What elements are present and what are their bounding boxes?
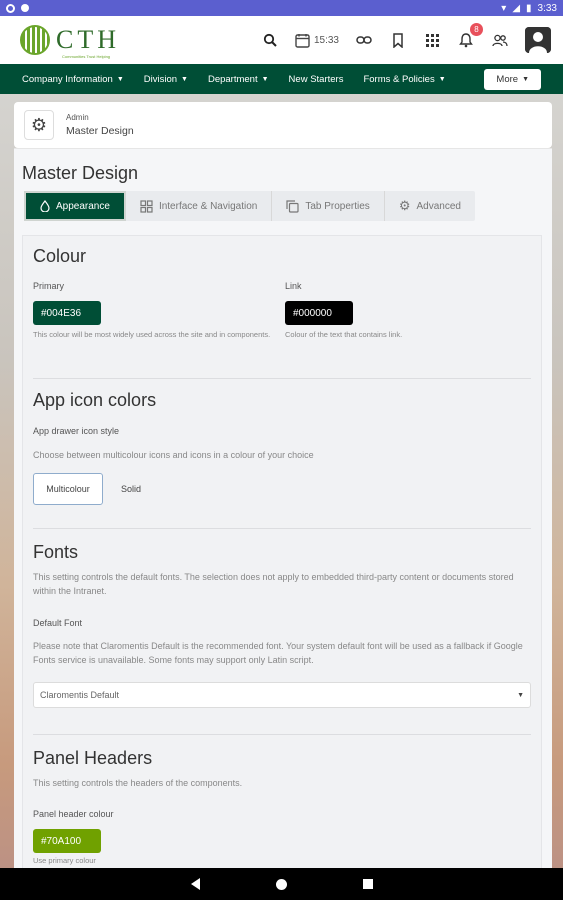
colour-section-title: Colour xyxy=(33,246,87,266)
nav-new-starters[interactable]: New Starters xyxy=(289,74,344,85)
tab-appearance[interactable]: Appearance xyxy=(24,191,126,221)
signal-icon: ◢ xyxy=(512,2,521,14)
link-label: Link xyxy=(285,281,302,291)
panel-headers-title: Panel Headers xyxy=(33,748,153,768)
logo-text: CTH xyxy=(56,25,120,54)
nav-forms-policies[interactable]: Forms & Policies ▼ xyxy=(363,74,445,85)
top-header: CTH Communities Trust Helping 15:33 8 xyxy=(0,16,563,64)
recent-apps-icon[interactable] xyxy=(362,879,373,889)
tree-logo-icon xyxy=(20,25,50,55)
home-icon[interactable] xyxy=(275,878,287,890)
gear-icon: ⚙ xyxy=(398,198,411,213)
panel-header-colour-picker[interactable]: #70A100 xyxy=(33,829,101,853)
notification-badge: 8 xyxy=(470,23,483,36)
panel-headers-intro: This setting controls the headers of the… xyxy=(33,778,243,788)
nav-department[interactable]: Department ▼ xyxy=(208,74,269,85)
panel-header-colour-label: Panel header colour xyxy=(33,809,114,819)
android-navigation-bar xyxy=(0,868,563,900)
nav-label: Company Information xyxy=(22,73,113,85)
nav-label: New Starters xyxy=(288,73,344,85)
link-colour-picker[interactable]: #000000 xyxy=(285,301,353,325)
tab-label: Appearance xyxy=(56,200,110,212)
app-icon-colors-title: App icon colors xyxy=(33,390,157,410)
drop-icon xyxy=(40,200,50,212)
calendar-icon xyxy=(295,33,310,48)
breadcrumb-current: Master Design xyxy=(66,125,134,137)
app-drawer-style-hint: Choose between multicolour icons and ico… xyxy=(33,450,314,460)
nav-label: Forms & Policies xyxy=(363,73,435,85)
nav-label: Department xyxy=(207,73,258,85)
header-time: 15:33 xyxy=(313,34,339,46)
status-ring-icon xyxy=(6,3,15,13)
default-font-select[interactable]: Claromentis Default ▼ xyxy=(33,682,531,708)
nav-company-information[interactable]: Company Information ▼ xyxy=(22,74,124,85)
primary-help: This colour will be most widely used acr… xyxy=(33,330,271,339)
more-label: More xyxy=(496,73,519,85)
tab-label: Tab Properties xyxy=(305,200,370,212)
primary-colour-picker[interactable]: #004E36 xyxy=(33,301,101,325)
tab-interface-navigation[interactable]: Interface & Navigation xyxy=(126,191,273,221)
wifi-icon: ▾ xyxy=(501,2,507,14)
main-navigation: Company Information ▼ Division ▼ Departmen… xyxy=(0,64,563,94)
primary-label: Primary xyxy=(33,281,64,291)
notifications-bell[interactable]: 8 xyxy=(457,23,483,49)
company-logo[interactable]: CTH Communities Trust Helping xyxy=(20,25,120,59)
main-panel: Master Design Appearance Interface & Nav… xyxy=(14,148,552,875)
default-font-label: Default Font xyxy=(33,618,83,628)
link-help: Colour of the text that contains link. xyxy=(285,330,403,339)
chevron-down-icon: ▼ xyxy=(522,75,529,83)
logo-tagline: Communities Trust Helping xyxy=(62,54,111,59)
divider xyxy=(33,378,531,379)
tab-bar: Appearance Interface & Navigation Tab Pr… xyxy=(24,191,475,221)
page-title: Master Design xyxy=(22,163,139,183)
tab-label: Interface & Navigation xyxy=(158,200,258,212)
link-icon[interactable] xyxy=(355,31,373,49)
more-button[interactable]: More ▼ xyxy=(484,68,541,90)
selected-font: Claromentis Default xyxy=(40,690,120,700)
apps-grid-icon[interactable] xyxy=(423,31,441,49)
copy-icon xyxy=(286,199,299,213)
divider xyxy=(33,528,531,529)
tab-tab-properties[interactable]: Tab Properties xyxy=(272,191,385,221)
chevron-down-icon: ▼ xyxy=(116,75,124,83)
user-avatar[interactable] xyxy=(525,27,551,53)
bell-icon xyxy=(459,32,473,47)
people-icon[interactable] xyxy=(491,31,509,49)
multicolour-option[interactable]: Multicolour xyxy=(33,473,103,505)
fonts-title: Fonts xyxy=(33,542,79,562)
appearance-content: Colour Primary #004E36 This colour will … xyxy=(22,235,542,875)
tab-label: Advanced xyxy=(416,200,461,212)
grid-icon xyxy=(140,199,153,213)
solid-option[interactable]: Solid xyxy=(107,473,155,505)
chevron-down-icon: ▼ xyxy=(181,75,188,83)
app-drawer-style-label: App drawer icon style xyxy=(33,426,120,436)
breadcrumb: ⚙ Admin Master Design xyxy=(14,102,552,148)
status-dot-icon xyxy=(21,4,29,12)
chevron-down-icon: ▼ xyxy=(261,75,269,83)
bookmark-icon[interactable] xyxy=(389,31,407,49)
nav-division[interactable]: Division ▼ xyxy=(144,74,188,85)
search-icon[interactable] xyxy=(261,31,279,49)
fonts-intro: This setting controls the default fonts.… xyxy=(33,572,514,597)
calendar-time[interactable]: 15:33 xyxy=(295,33,339,48)
default-font-hint: Please note that Claromentis Default is … xyxy=(33,641,523,666)
divider xyxy=(33,734,531,735)
use-primary-colour-link[interactable]: Use primary colour xyxy=(33,856,96,867)
back-icon[interactable] xyxy=(190,878,200,890)
android-status-bar: ▾ ◢ ▮ 3:33 xyxy=(0,0,563,16)
battery-icon: ▮ xyxy=(526,2,532,14)
chevron-down-icon: ▼ xyxy=(438,75,446,83)
caret-down-icon: ▼ xyxy=(517,691,524,699)
tab-advanced[interactable]: ⚙ Advanced xyxy=(385,191,475,221)
gear-icon: ⚙ xyxy=(24,110,54,140)
nav-label: Division xyxy=(143,73,178,85)
user-icon xyxy=(525,27,551,53)
status-time: 3:33 xyxy=(537,2,557,14)
breadcrumb-parent[interactable]: Admin xyxy=(66,113,134,122)
